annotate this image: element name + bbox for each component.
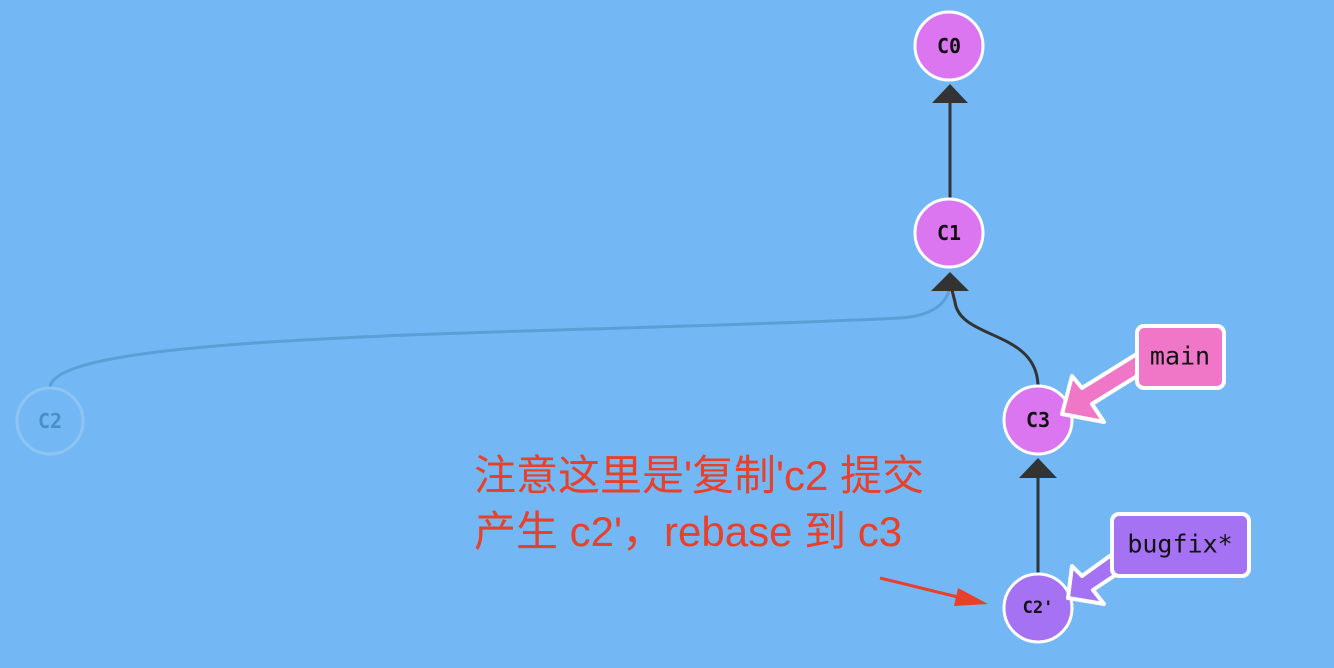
annotation-arrow xyxy=(879,576,988,606)
annotation-note: 注意这里是'复制'c2 提交 产生 c2'，rebase 到 c3 xyxy=(474,448,1014,560)
annotation-line-1: 注意这里是'复制'c2 提交 xyxy=(474,452,925,499)
git-commit-tree-diagram: C2 C0 C1 C3 C2' main bugfix* 注意这里是'复制'c2… xyxy=(0,0,1334,668)
arrowhead-c1 xyxy=(931,272,969,291)
arrowhead-c3 xyxy=(1019,458,1057,478)
commit-label-c3: C3 xyxy=(1026,408,1050,432)
commit-node-c3[interactable]: C3 xyxy=(1002,384,1074,456)
commit-label-c2prime: C2' xyxy=(1023,598,1054,618)
arrowhead-c0 xyxy=(932,84,968,103)
commit-graph: C2 C0 C1 C3 C2' main bugfix* xyxy=(15,10,1251,644)
branch-label-bugfix: bugfix* xyxy=(1127,530,1232,559)
commit-node-c0[interactable]: C0 xyxy=(913,10,985,82)
commit-node-c2-ghost[interactable]: C2 xyxy=(15,386,85,456)
commit-label-c2: C2 xyxy=(38,409,62,433)
branch-label-main: main xyxy=(1150,342,1210,371)
commit-label-c1: C1 xyxy=(937,221,961,245)
edge-c3-to-c1 xyxy=(950,289,1040,388)
branch-bugfix[interactable]: bugfix* xyxy=(1066,512,1251,606)
commit-label-c0: C0 xyxy=(937,34,961,58)
commit-node-c1[interactable]: C1 xyxy=(913,197,985,269)
branch-main[interactable]: main xyxy=(1060,324,1226,424)
annotation-line-2: 产生 c2'，rebase 到 c3 xyxy=(474,508,903,555)
commit-node-c2prime[interactable]: C2' xyxy=(1002,572,1074,644)
ghost-edge-c2-to-c1 xyxy=(48,284,952,389)
